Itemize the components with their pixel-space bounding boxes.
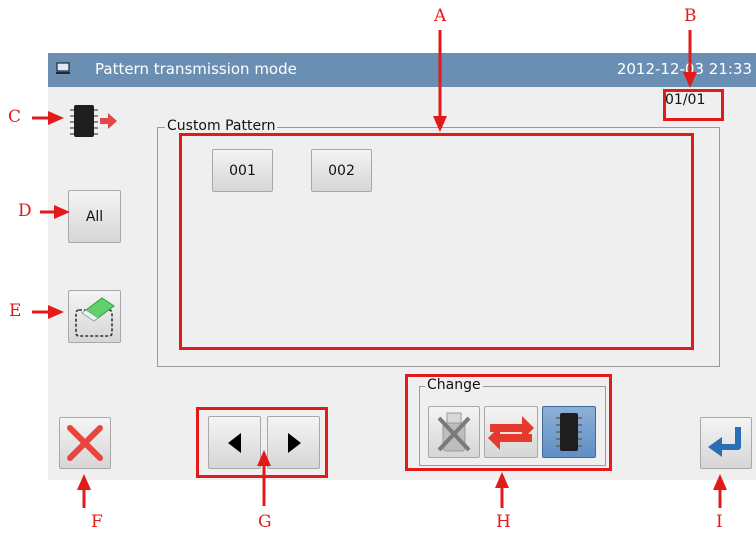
callout-c: C [8, 107, 22, 127]
callout-d: D [18, 201, 32, 221]
callout-b: B [684, 6, 697, 26]
callout-e: E [9, 301, 22, 321]
callout-h: H [496, 512, 511, 532]
callout-i: I [716, 512, 723, 532]
callout-a: A [434, 6, 447, 26]
callout-f: F [91, 512, 103, 532]
callout-g: G [258, 512, 272, 532]
annotation-arrows [32, 30, 727, 508]
